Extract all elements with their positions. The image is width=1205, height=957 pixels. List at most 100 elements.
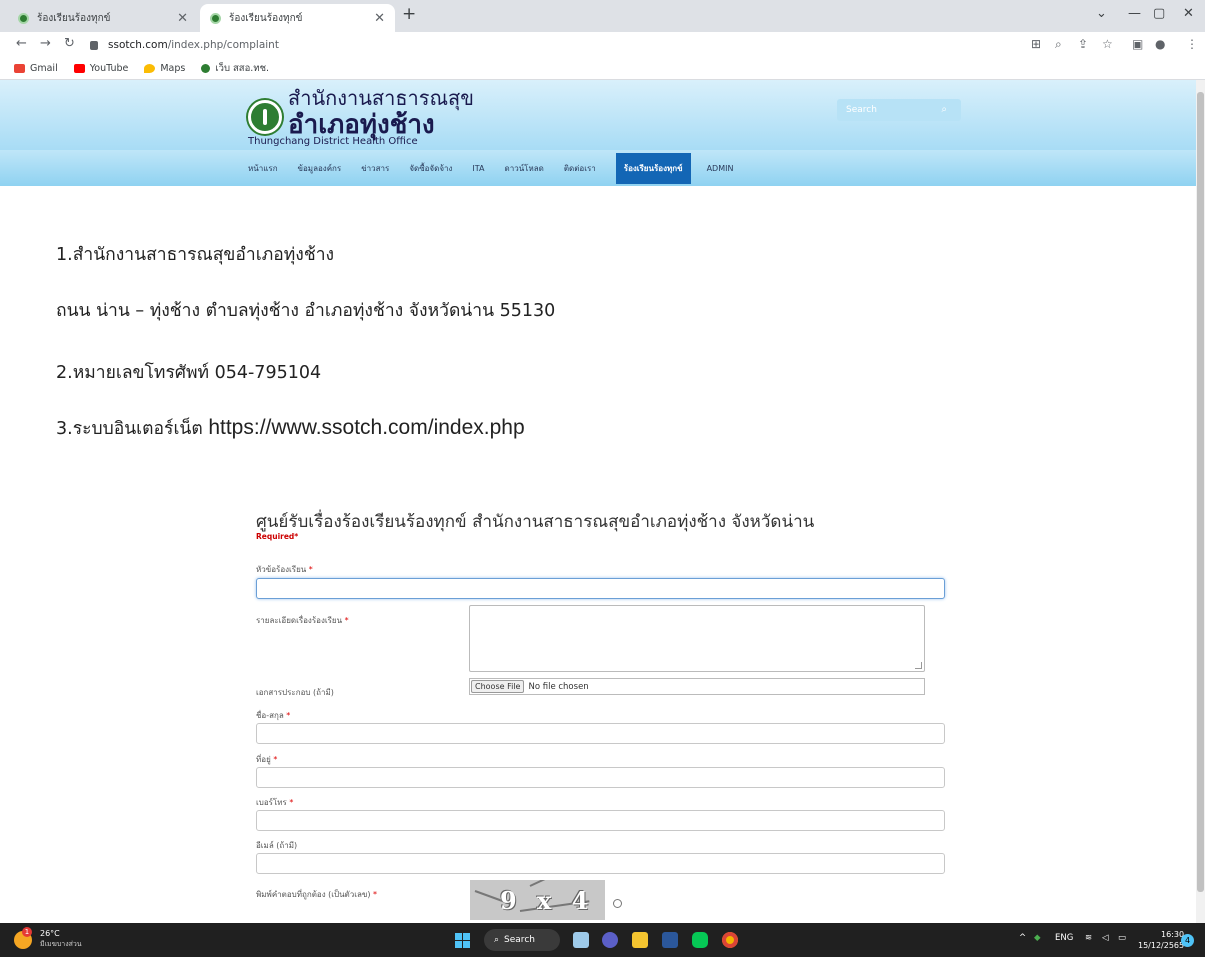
email-input[interactable] <box>256 853 945 874</box>
maps-pin-icon <box>144 64 156 73</box>
subject-input[interactable] <box>256 578 945 599</box>
reload-icon[interactable]: ↻ <box>64 36 75 51</box>
back-icon[interactable]: ← <box>16 36 27 51</box>
name-input[interactable] <box>256 723 945 744</box>
nav-complaint[interactable]: ร้องเรียนร้องทุกข์ <box>615 152 691 184</box>
bookmark-gmail[interactable]: Gmail <box>14 63 58 74</box>
profile-icon[interactable]: ● <box>1155 37 1165 51</box>
file-explorer-icon[interactable] <box>632 932 648 948</box>
label-text: เบอร์โทร <box>256 798 287 807</box>
captcha-image: 9 x 4 <box>470 880 605 920</box>
site-search-input[interactable]: Search ⌕ <box>837 99 961 121</box>
teams-chat-icon[interactable] <box>602 932 618 948</box>
system-clock[interactable]: 16:30 15/12/2565 <box>1138 929 1184 951</box>
close-tab-icon[interactable]: ✕ <box>374 11 385 26</box>
tray-app-icon[interactable]: ◆ <box>1034 933 1041 943</box>
phone-input[interactable] <box>256 810 945 831</box>
close-window-icon[interactable]: ✕ <box>1183 6 1194 21</box>
minimize-icon[interactable]: — <box>1128 6 1141 21</box>
battery-icon[interactable]: ▭ <box>1118 933 1126 943</box>
language-indicator[interactable]: ENG <box>1055 933 1073 943</box>
bookmark-label: เว็บ สสอ.ทช. <box>215 63 270 74</box>
subject-label: หัวข้อร้องเรียน * <box>256 563 313 576</box>
phone-label: เบอร์โทร * <box>256 796 293 809</box>
chrome-icon[interactable] <box>722 932 738 948</box>
tray-expand-icon[interactable]: ^ <box>1019 933 1026 943</box>
clock-time: 16:30 <box>1161 930 1185 939</box>
weather-widget[interactable]: 1 26°C มีเมฆบางส่วน <box>14 926 82 950</box>
required-star: * <box>373 890 378 899</box>
nav-download[interactable]: ดาวน์โหลด <box>505 159 544 178</box>
zoom-icon[interactable]: ⌕ <box>1055 37 1062 52</box>
share-icon[interactable]: ⇪ <box>1078 37 1088 51</box>
weather-condition: มีเมฆบางส่วน <box>40 940 82 948</box>
line-app-icon[interactable] <box>692 932 708 948</box>
new-tab-icon[interactable]: + <box>402 4 416 24</box>
volume-icon[interactable]: ◁ <box>1102 933 1109 943</box>
search-icon: ⌕ <box>494 935 500 945</box>
bookmark-star-icon[interactable]: ☆ <box>1102 37 1113 51</box>
forward-icon[interactable]: → <box>40 36 51 51</box>
address-bar[interactable]: ssotch.com/index.php/complaint <box>90 35 1010 55</box>
search-icon[interactable]: ⌕ <box>941 104 947 115</box>
weather-badge: 1 <box>22 926 32 937</box>
scrollbar-thumb[interactable] <box>1197 92 1204 892</box>
taskbar-search-label: Search <box>504 935 535 945</box>
bookmark-maps[interactable]: Maps <box>144 63 185 74</box>
required-star: * <box>308 565 313 574</box>
choose-file-button[interactable]: Choose File <box>471 680 525 693</box>
health-office-logo-icon[interactable] <box>248 100 282 134</box>
no-file-text: No file chosen <box>528 681 589 692</box>
windows-start-icon[interactable] <box>455 933 470 948</box>
name-label: ชื่อ-สกุล * <box>256 709 290 722</box>
label-text: ที่อยู่ <box>256 755 271 764</box>
tab-search-chevron-icon[interactable]: ⌄ <box>1096 6 1107 21</box>
required-star: * <box>286 711 291 720</box>
maximize-icon[interactable]: ▢ <box>1153 6 1165 21</box>
nav-procurement[interactable]: จัดซื้อจัดจ้าง <box>409 159 452 178</box>
captcha-refresh-icon[interactable] <box>613 899 622 908</box>
attachment-label: เอกสารประกอบ (ถ้ามี) <box>256 688 334 697</box>
task-view-icon[interactable] <box>573 932 589 948</box>
browser-toolbar: ← → ↻ ssotch.com/index.php/complaint ⊞ ⌕… <box>0 32 1205 58</box>
menu-icon[interactable]: ⋮ <box>1186 37 1198 51</box>
close-tab-icon[interactable]: ✕ <box>177 11 188 26</box>
youtube-icon <box>73 64 85 73</box>
complaint-form-title: ศูนย์รับเรื่องร้องเรียนร้องทุกข์ สำนักงา… <box>256 512 815 532</box>
side-panel-icon[interactable]: ▣ <box>1132 37 1143 51</box>
office-address-line: ถนน น่าน – ทุ่งช้าง ตำบลทุ่งช้าง อำเภอทุ… <box>56 301 556 321</box>
attachment-file-input[interactable]: Choose File No file chosen <box>469 678 925 695</box>
translate-icon[interactable]: ⊞ <box>1031 37 1041 51</box>
captcha-label: พิมพ์คำตอบที่ถูกต้อง (เป็นตัวเลข) * <box>256 888 377 901</box>
nav-organization[interactable]: ข้อมูลองค์กร <box>298 159 342 178</box>
nav-news[interactable]: ข่าวสาร <box>361 159 389 178</box>
temperature: 26°C <box>40 929 60 938</box>
address-input[interactable] <box>256 767 945 788</box>
notification-badge[interactable]: 4 <box>1181 934 1194 947</box>
clock-date: 15/12/2565 <box>1138 941 1185 950</box>
nav-ita[interactable]: ITA <box>472 161 484 176</box>
url-path: /index.php/complaint <box>167 39 279 51</box>
site-favicon-icon <box>210 12 221 24</box>
nav-contact[interactable]: ติดต่อเรา <box>564 159 596 178</box>
nav-admin[interactable]: ADMIN <box>707 161 734 176</box>
browser-tab-1[interactable]: ร้องเรียนร้องทุกข์ ✕ <box>8 4 198 32</box>
taskbar-search[interactable]: ⌕ Search <box>484 929 560 951</box>
wifi-icon[interactable]: ≋ <box>1085 933 1092 943</box>
site-favicon-icon <box>18 12 29 24</box>
website-url[interactable]: https://www.ssotch.com/index.php <box>208 416 524 439</box>
address-label: ที่อยู่ * <box>256 753 277 766</box>
nav-home[interactable]: หน้าแรก <box>248 159 278 178</box>
bookmarks-bar: Gmail YouTube Maps เว็บ สสอ.ทช. <box>0 58 1205 80</box>
site-header: สำนักงานสาธารณสุข อำเภอทุ่งช้าง Thungcha… <box>0 80 1196 150</box>
detail-textarea[interactable] <box>469 605 925 672</box>
page-scrollbar[interactable] <box>1196 80 1205 923</box>
label-text: รายละเอียดเรื่องร้องเรียน <box>256 616 343 625</box>
word-icon[interactable] <box>662 932 678 948</box>
bookmark-ssotch[interactable]: เว็บ สสอ.ทช. <box>201 61 269 76</box>
bookmark-youtube[interactable]: YouTube <box>73 63 128 74</box>
website-label: 3.ระบบอินเตอร์เน็ต <box>56 419 209 439</box>
logo-subtitle: Thungchang District Health Office <box>248 136 418 147</box>
required-star: * <box>344 616 349 625</box>
browser-tab-2-active[interactable]: ร้องเรียนร้องทุกข์ ✕ <box>200 4 395 32</box>
